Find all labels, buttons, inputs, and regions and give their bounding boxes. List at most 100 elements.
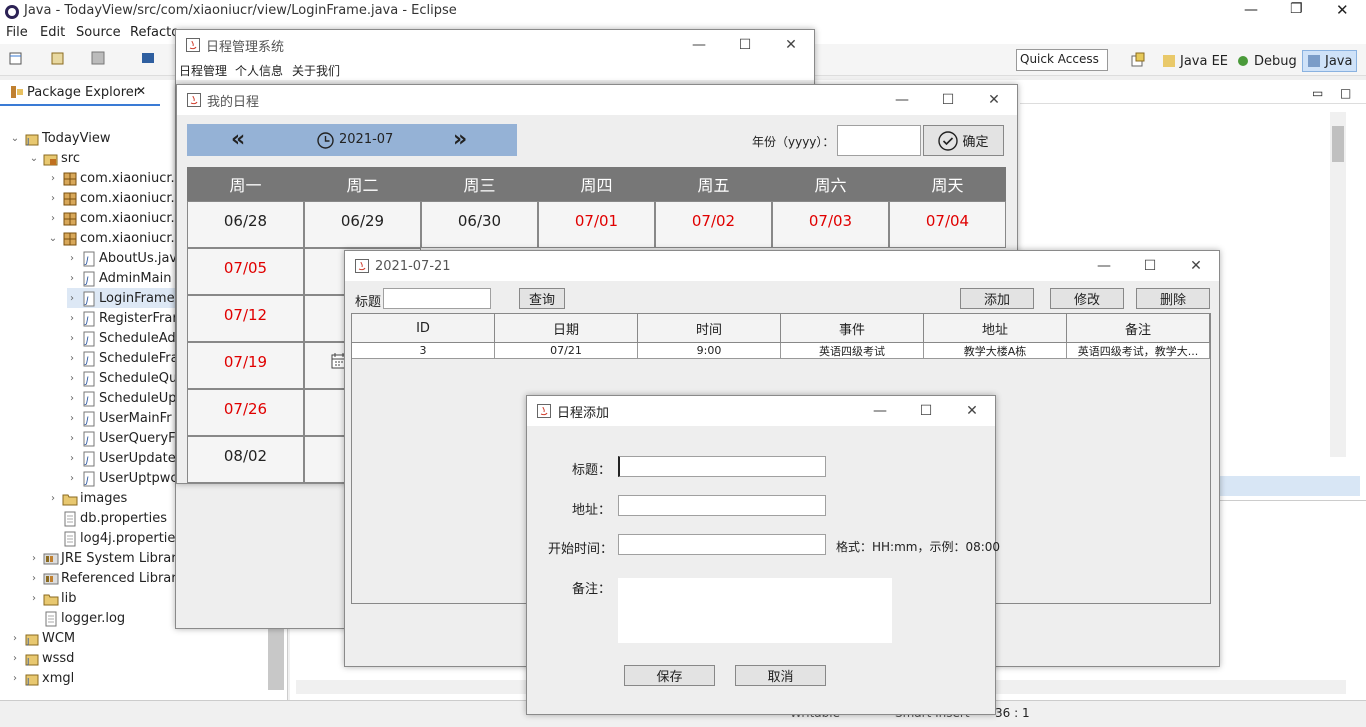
- calendar-day-cell[interactable]: 07/04: [889, 201, 1006, 248]
- perspective-java[interactable]: Java: [1302, 50, 1358, 72]
- collapsed-arrow-icon[interactable]: ›: [67, 333, 77, 344]
- remark-textarea[interactable]: [618, 578, 892, 643]
- menu-schedule-management[interactable]: 日程管理: [179, 62, 227, 79]
- title-input[interactable]: [618, 456, 826, 477]
- perspective-debug[interactable]: Debug: [1232, 50, 1301, 72]
- close-icon[interactable]: ✕: [971, 85, 1017, 115]
- table-cell[interactable]: 英语四级考试: [781, 343, 924, 359]
- close-tab-icon[interactable]: ✕: [136, 84, 146, 98]
- tree-item[interactable]: › Jxmgl: [10, 668, 74, 688]
- collapsed-arrow-icon[interactable]: ›: [67, 473, 77, 484]
- tree-item[interactable]: › J ScheduleAd: [67, 328, 176, 348]
- tree-item[interactable]: › com.xiaoniucr.r: [48, 188, 180, 208]
- collapsed-arrow-icon[interactable]: ›: [10, 673, 20, 684]
- prev-month-icon[interactable]: «: [231, 127, 245, 152]
- tree-item[interactable]: › J RegisterFrar: [67, 308, 178, 328]
- minimize-icon[interactable]: —: [879, 85, 925, 115]
- menu-about-us[interactable]: 关于我们: [292, 62, 340, 79]
- calendar-day-cell[interactable]: 07/26: [187, 389, 304, 436]
- close-icon[interactable]: ✕: [1173, 251, 1219, 281]
- collapsed-arrow-icon[interactable]: ›: [48, 493, 58, 504]
- quick-access-input[interactable]: Quick Access: [1016, 49, 1108, 71]
- collapsed-arrow-icon[interactable]: ›: [67, 353, 77, 364]
- collapsed-arrow-icon[interactable]: ›: [10, 633, 20, 644]
- tree-item[interactable]: › Referenced Librari: [29, 568, 180, 588]
- tree-item[interactable]: › images: [48, 488, 127, 508]
- table-cell[interactable]: 英语四级考试，教学大...: [1067, 343, 1210, 359]
- year-input[interactable]: [837, 125, 921, 156]
- new-icon[interactable]: [8, 50, 24, 66]
- collapsed-arrow-icon[interactable]: ›: [67, 413, 77, 424]
- table-cell[interactable]: 9:00: [638, 343, 781, 359]
- next-month-icon[interactable]: »: [453, 127, 467, 152]
- calendar-day-cell[interactable]: 07/02: [655, 201, 772, 248]
- collapsed-arrow-icon[interactable]: ›: [67, 253, 77, 264]
- menu-file[interactable]: File: [6, 25, 28, 40]
- confirm-button[interactable]: 确定: [923, 125, 1004, 156]
- menu-edit[interactable]: Edit: [40, 25, 65, 40]
- close-icon[interactable]: ✕: [1336, 1, 1349, 19]
- expanded-arrow-icon[interactable]: ⌄: [10, 133, 20, 144]
- tree-item[interactable]: logger.log: [29, 608, 125, 628]
- minimize-icon[interactable]: —: [1081, 251, 1127, 281]
- maximize-view-icon[interactable]: □: [1340, 86, 1351, 100]
- menu-personal-info[interactable]: 个人信息: [235, 62, 283, 79]
- edit-button[interactable]: 修改: [1050, 288, 1124, 309]
- calendar-day-cell[interactable]: 07/01: [538, 201, 655, 248]
- query-button[interactable]: 查询: [519, 288, 565, 309]
- tree-item[interactable]: › J LoginFrame: [67, 288, 175, 308]
- collapsed-arrow-icon[interactable]: ›: [67, 433, 77, 444]
- calendar-day-cell[interactable]: 08/02: [187, 436, 304, 483]
- tree-item[interactable]: › com.xiaoniucr.c: [48, 168, 182, 188]
- tree-item[interactable]: ⌄ src: [29, 148, 80, 168]
- minimize-icon[interactable]: —: [1244, 2, 1258, 18]
- collapsed-arrow-icon[interactable]: ›: [67, 393, 77, 404]
- tree-item[interactable]: ⌄ com.xiaoniucr.v: [48, 228, 182, 248]
- menu-source[interactable]: Source: [76, 25, 121, 40]
- tree-item[interactable]: › J UserUpdate: [67, 448, 176, 468]
- start-time-input[interactable]: [618, 534, 826, 555]
- new-package-icon[interactable]: [50, 50, 66, 66]
- save-button[interactable]: 保存: [624, 665, 715, 686]
- tree-item[interactable]: › Jwssd: [10, 648, 74, 668]
- open-perspective-icon[interactable]: [1130, 52, 1146, 68]
- maximize-icon[interactable]: ☐: [1127, 251, 1173, 281]
- tree-item[interactable]: › J WCM: [10, 628, 75, 648]
- maximize-icon[interactable]: ☐: [903, 396, 949, 426]
- tree-item[interactable]: › J UserQueryF: [67, 428, 176, 448]
- delete-button[interactable]: 删除: [1136, 288, 1210, 309]
- calendar-day-cell[interactable]: 07/19: [187, 342, 304, 389]
- collapsed-arrow-icon[interactable]: ›: [67, 293, 77, 304]
- close-icon[interactable]: ✕: [768, 30, 814, 60]
- collapsed-arrow-icon[interactable]: ›: [67, 313, 77, 324]
- console-icon[interactable]: [140, 50, 156, 66]
- maximize-icon[interactable]: ☐: [925, 85, 971, 115]
- tree-item[interactable]: ⌄ J TodayView: [10, 128, 111, 148]
- tree-item[interactable]: › J AboutUs.jav: [67, 248, 177, 268]
- package-explorer-tab[interactable]: Package Explorer ✕: [0, 80, 160, 106]
- menu-refactor[interactable]: Refacto: [130, 25, 179, 40]
- restore-icon[interactable]: ❐: [1290, 1, 1303, 17]
- maximize-icon[interactable]: ☐: [722, 30, 768, 60]
- minimize-icon[interactable]: —: [676, 30, 722, 60]
- table-cell[interactable]: 3: [352, 343, 495, 359]
- tree-item[interactable]: › J UserUptpwc: [67, 468, 178, 488]
- tree-item[interactable]: › J UserMainFr: [67, 408, 172, 428]
- minimize-view-icon[interactable]: ▭: [1312, 86, 1323, 100]
- collapsed-arrow-icon[interactable]: ›: [67, 273, 77, 284]
- tree-item[interactable]: › J ScheduleFra: [67, 348, 179, 368]
- collapsed-arrow-icon[interactable]: ›: [29, 553, 39, 564]
- address-input[interactable]: [618, 495, 826, 516]
- tree-item[interactable]: › J AdminMain: [67, 268, 171, 288]
- perspective-java-ee[interactable]: Java EE: [1158, 50, 1232, 72]
- table-header-cell[interactable]: 日期: [495, 314, 638, 343]
- collapsed-arrow-icon[interactable]: ›: [29, 573, 39, 584]
- cancel-button[interactable]: 取消: [735, 665, 826, 686]
- tree-item[interactable]: › J ScheduleUp: [67, 388, 177, 408]
- expanded-arrow-icon[interactable]: ⌄: [48, 233, 58, 244]
- expanded-arrow-icon[interactable]: ⌄: [29, 153, 39, 164]
- tree-item[interactable]: › lib: [29, 588, 76, 608]
- calendar-day-cell[interactable]: 07/12: [187, 295, 304, 342]
- collapsed-arrow-icon[interactable]: ›: [67, 373, 77, 384]
- collapsed-arrow-icon[interactable]: ›: [29, 593, 39, 604]
